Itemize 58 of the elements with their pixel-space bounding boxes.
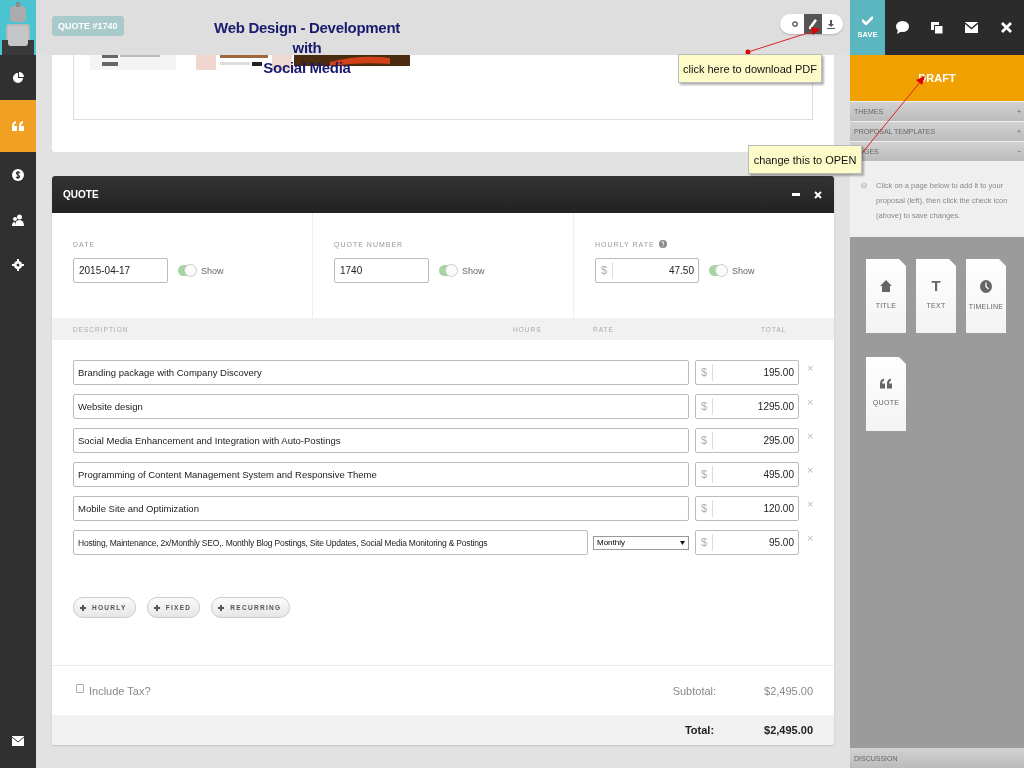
description-field[interactable]: Hosting, Maintenance, 2x/Monthly SEO,. Monthly Blog Postings, Site Updates, Social Media Monitoring & Postings xyxy=(73,530,588,555)
download-icon xyxy=(827,19,835,29)
quote-icon xyxy=(880,378,892,389)
description-field[interactable]: Branding package with Company Discovery xyxy=(73,360,689,385)
plus-icon xyxy=(218,604,225,611)
mail-icon[interactable] xyxy=(12,736,24,746)
document-title: Web Design - Development xyxy=(214,18,400,38)
callout: click here to download PDF xyxy=(678,54,822,83)
settings-icon xyxy=(12,258,24,271)
close-icon[interactable] xyxy=(814,190,822,199)
quote-icon xyxy=(12,121,24,131)
total-field[interactable]: $ 120.00 xyxy=(695,496,799,521)
total-value: $2,495.00 xyxy=(764,724,813,736)
toggle-label: Show xyxy=(201,265,224,276)
total-field[interactable]: $ 95.00 xyxy=(695,530,799,555)
text-icon: T xyxy=(931,280,941,292)
help-icon[interactable] xyxy=(658,240,667,248)
pencil-icon xyxy=(809,19,817,29)
toggle-label: Show xyxy=(732,265,755,276)
tax-label: Include Tax? xyxy=(89,684,151,697)
document-title: with xyxy=(292,38,322,58)
home-icon xyxy=(880,280,892,292)
checkbox[interactable] xyxy=(76,684,84,693)
input-field[interactable]: $ 47.50 xyxy=(595,258,699,283)
plus-icon xyxy=(153,604,160,611)
clock-icon xyxy=(980,280,992,293)
plus-icon xyxy=(80,604,86,611)
subtotal-value: $2,495.00 xyxy=(764,684,813,697)
toggle-label: Show xyxy=(462,265,485,276)
caret-icon xyxy=(680,540,685,545)
toggle-switch[interactable] xyxy=(178,265,195,276)
check-icon xyxy=(862,16,873,25)
pie-chart-icon xyxy=(12,71,24,84)
total-field[interactable]: $ 295.00 xyxy=(695,428,799,453)
description-field[interactable]: Mobile Site and Optimization xyxy=(73,496,689,521)
copy-icon[interactable] xyxy=(931,21,944,34)
subtotal-label: Subtotal: xyxy=(672,684,717,697)
total-field[interactable]: $ 1295.00 xyxy=(695,394,799,419)
description-field[interactable]: Programming of Content Management System and Responsive Theme xyxy=(73,462,689,487)
total-field[interactable]: $ 195.00 xyxy=(695,360,799,385)
input-field[interactable]: 1740 xyxy=(334,258,429,283)
total-field[interactable]: $ 495.00 xyxy=(695,462,799,487)
close-icon[interactable] xyxy=(1001,22,1013,33)
circle-icon xyxy=(792,21,798,27)
description-field[interactable]: Social Media Enhancement and Integration with Auto-Postings xyxy=(73,428,689,453)
dollar-icon xyxy=(12,168,24,181)
mail-icon[interactable] xyxy=(965,22,979,33)
toggle-switch[interactable] xyxy=(709,265,726,276)
comment-icon[interactable] xyxy=(895,21,909,34)
callout: change this to OPEN xyxy=(748,145,862,174)
users-icon xyxy=(12,213,24,226)
toggle-switch[interactable] xyxy=(439,265,456,276)
description-field[interactable]: Website design xyxy=(73,394,689,419)
input-field[interactable]: 2015-04-17 xyxy=(73,258,168,283)
total-label: Total: xyxy=(684,724,715,736)
panel-title: QUOTE xyxy=(63,189,99,200)
quote-badge: QUOTE #1740 xyxy=(52,16,124,36)
frequency-dropdown[interactable]: Monthly xyxy=(593,535,689,550)
